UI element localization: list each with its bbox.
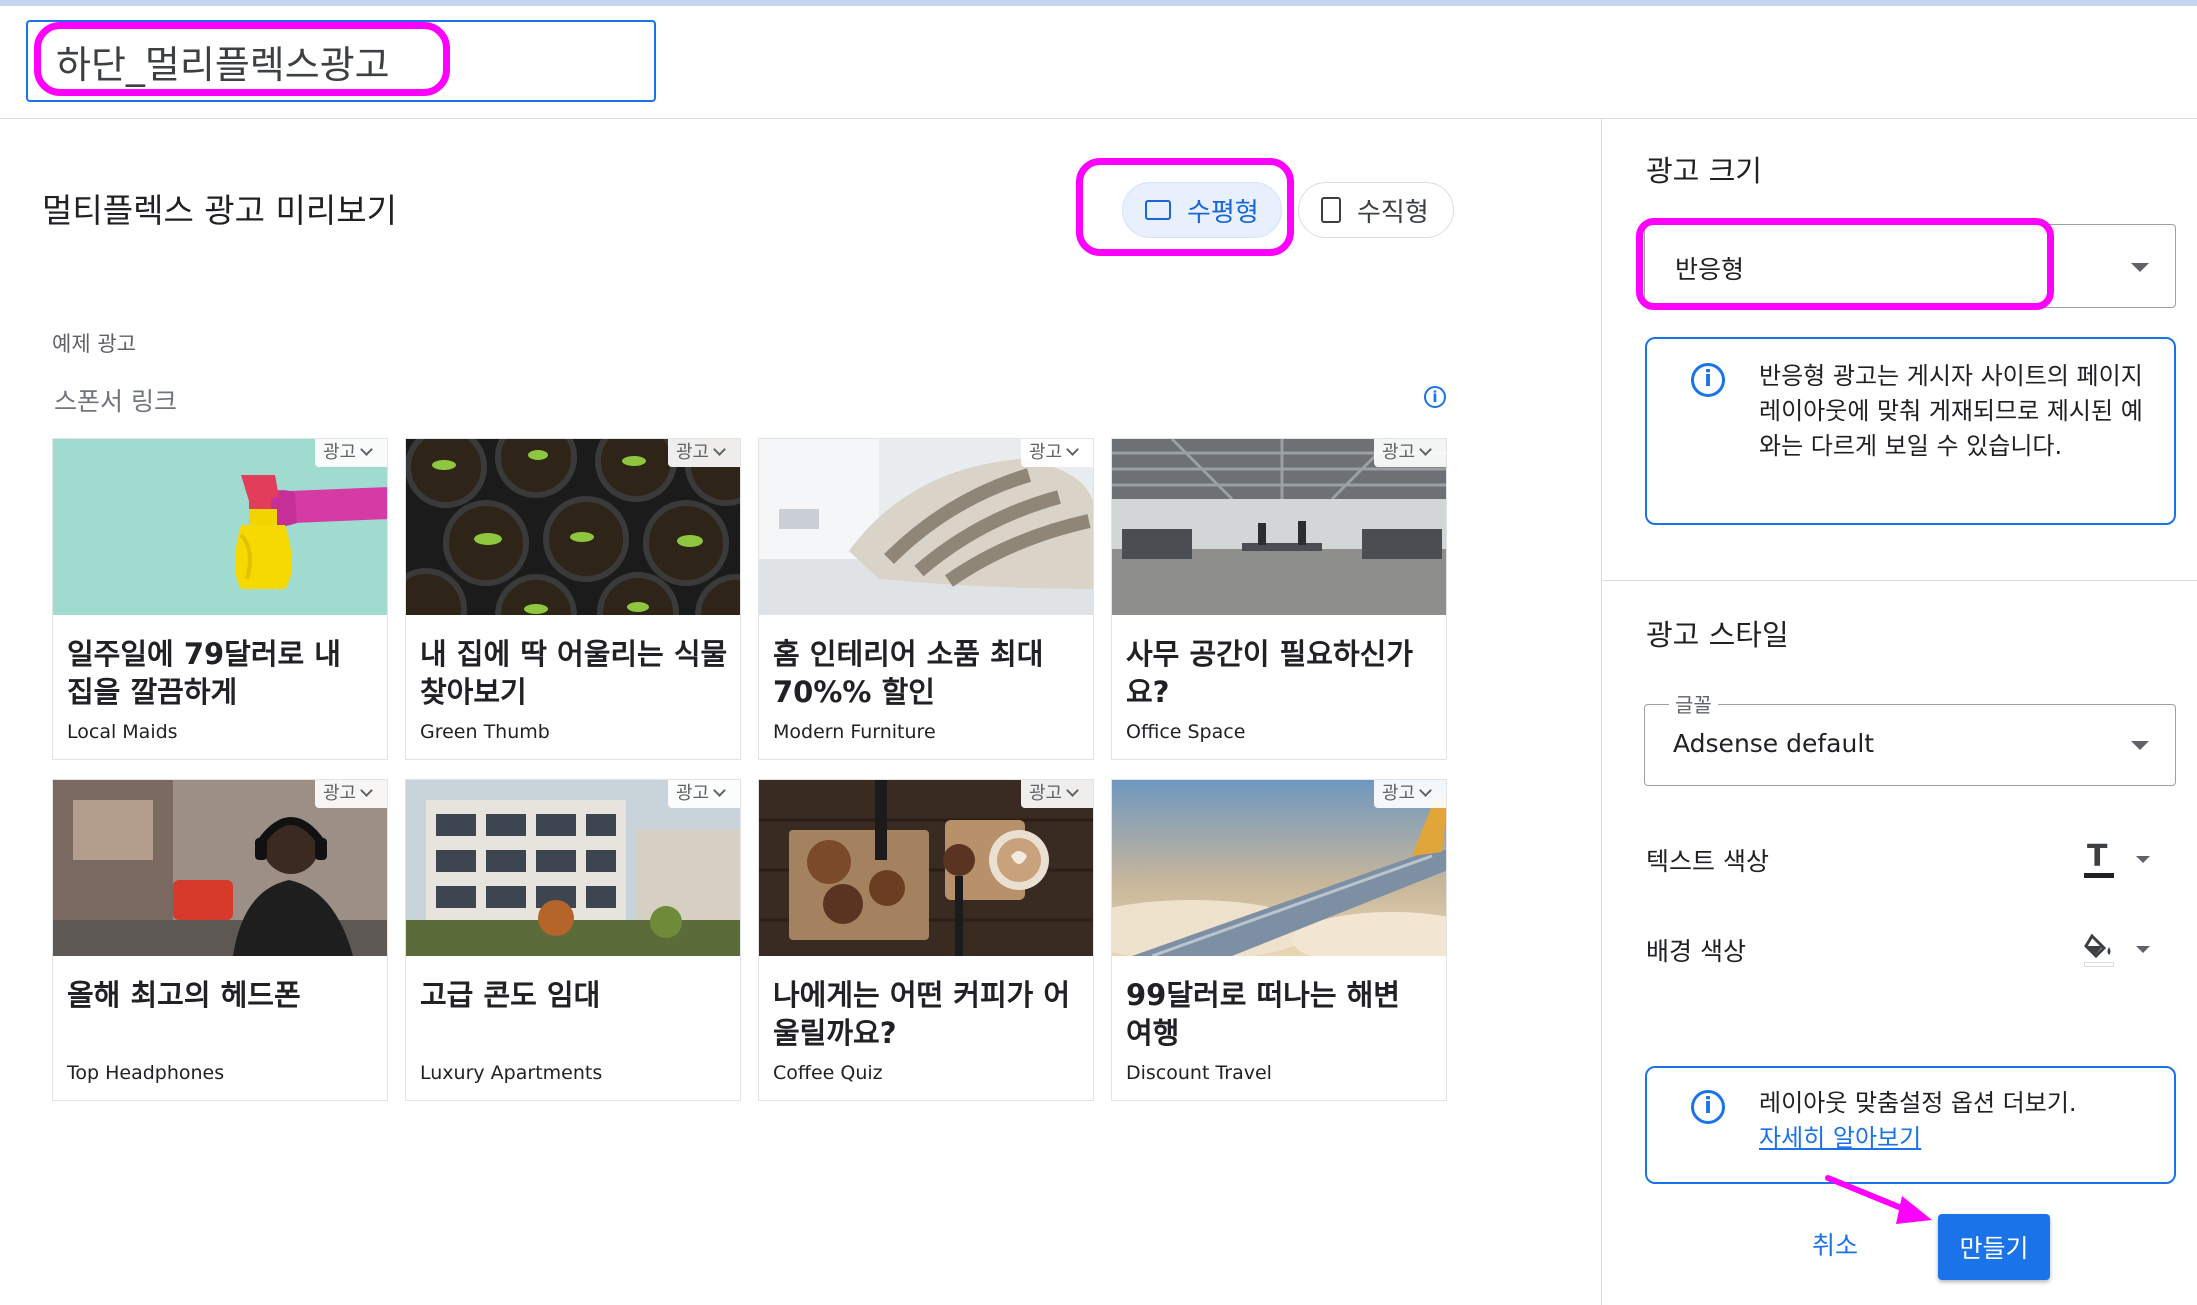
panel-divider xyxy=(1601,118,1602,1305)
info-icon: i xyxy=(1691,1090,1725,1124)
portrait-rectangle-icon xyxy=(1321,197,1341,223)
ad-card[interactable]: 광고 올해 최고의 헤드폰 Top Headphones xyxy=(52,779,388,1101)
font-select[interactable]: 글꼴 Adsense default xyxy=(1644,689,2176,786)
chevron-down-icon xyxy=(713,784,726,797)
ad-headline[interactable]: 사무 공간이 필요하신가요? xyxy=(1126,635,1436,711)
ad-size-title: 광고 크기 xyxy=(1646,154,1762,188)
chevron-down-icon xyxy=(1066,784,1079,797)
text-color-dropdown-icon[interactable] xyxy=(2136,856,2150,863)
header-divider xyxy=(0,118,2197,119)
text-color-label: 텍스트 색상 xyxy=(1646,847,1769,876)
chevron-down-icon xyxy=(1066,443,1079,456)
ad-advertiser: Discount Travel xyxy=(1126,1062,1272,1084)
ad-card[interactable]: 광고 일주일에 79달러로 내 집을 깔끔하게 Local Maids xyxy=(52,438,388,760)
layout-info-box: i 레이아웃 맞춤설정 옵션 더보기. 자세히 알아보기 xyxy=(1645,1066,2176,1184)
ad-advertiser: Coffee Quiz xyxy=(773,1062,883,1084)
background-color-dropdown-icon[interactable] xyxy=(2136,946,2150,953)
ad-card[interactable]: 광고 나에게는 어떤 커피가 어울릴까요? Coffee Quiz xyxy=(758,779,1094,1101)
ad-badge[interactable]: 광고 xyxy=(1021,439,1093,467)
ad-headline[interactable]: 99달러로 떠나는 해변 여행 xyxy=(1126,976,1436,1052)
section-divider xyxy=(1601,580,2197,581)
ad-badge[interactable]: 광고 xyxy=(315,780,387,808)
ad-advertiser: Top Headphones xyxy=(67,1062,225,1084)
ad-badge[interactable]: 광고 xyxy=(1374,780,1446,808)
orientation-vertical-label: 수직형 xyxy=(1357,197,1429,228)
chevron-down-icon xyxy=(360,784,373,797)
top-border xyxy=(0,0,2197,6)
ad-card[interactable]: 광고 홈 인테리어 소품 최대 70%% 할인 Modern Furniture xyxy=(758,438,1094,760)
info-icon: i xyxy=(1691,363,1725,397)
ad-badge[interactable]: 광고 xyxy=(1374,439,1446,467)
highlight-annotation-orientation xyxy=(1076,158,1294,256)
ad-advertiser: Local Maids xyxy=(67,721,178,743)
ad-headline[interactable]: 내 집에 딱 어울리는 식물 찾아보기 xyxy=(420,635,730,711)
chevron-down-icon xyxy=(713,443,726,456)
ad-headline[interactable]: 일주일에 79달러로 내 집을 깔끔하게 xyxy=(67,635,377,711)
create-button[interactable]: 만들기 xyxy=(1938,1214,2050,1280)
ad-advertiser: Office Space xyxy=(1126,721,1246,743)
example-ads-label: 예제 광고 xyxy=(52,332,136,356)
learn-more-link[interactable]: 자세히 알아보기 xyxy=(1759,1124,1921,1152)
info-icon[interactable]: i xyxy=(1424,386,1446,408)
chevron-down-icon xyxy=(1419,784,1432,797)
ad-card[interactable]: 광고 99달러로 떠나는 해변 여행 Discount Travel xyxy=(1111,779,1447,1101)
font-legend: 글꼴 xyxy=(1669,689,1718,718)
responsive-info-text: 반응형 광고는 게시자 사이트의 페이지 레이아웃에 맞춰 게재되므로 제시된 … xyxy=(1759,362,2143,460)
highlight-annotation-size xyxy=(1636,218,2054,310)
ad-style-title: 광고 스타일 xyxy=(1646,618,1789,652)
dropdown-arrow-icon xyxy=(2131,263,2149,272)
layout-info-text: 레이아웃 맞춤설정 옵션 더보기. xyxy=(1759,1089,2077,1117)
responsive-info-box: i 반응형 광고는 게시자 사이트의 페이지 레이아웃에 맞춰 게재되므로 제시… xyxy=(1645,337,2176,525)
ad-card[interactable]: 광고 고급 콘도 임대 Luxury Apartments xyxy=(405,779,741,1101)
chevron-down-icon xyxy=(1419,443,1432,456)
dropdown-arrow-icon xyxy=(2131,741,2149,750)
ad-headline[interactable]: 홈 인테리어 소품 최대 70%% 할인 xyxy=(773,635,1083,711)
ad-advertiser: Modern Furniture xyxy=(773,721,936,743)
preview-title: 멀티플렉스 광고 미리보기 xyxy=(42,191,397,230)
text-color-icon[interactable]: T xyxy=(2084,839,2114,879)
arrow-annotation-icon xyxy=(1825,1175,1932,1224)
ad-badge[interactable]: 광고 xyxy=(668,780,740,808)
paint-bucket-icon[interactable] xyxy=(2084,932,2114,968)
highlight-annotation-name xyxy=(34,22,450,96)
sponsored-links-label: 스폰서 링크 xyxy=(54,387,177,416)
cancel-button[interactable]: 취소 xyxy=(1812,1226,1858,1262)
chevron-down-icon xyxy=(360,443,373,456)
ad-card[interactable]: 광고 내 집에 딱 어울리는 식물 찾아보기 Green Thumb xyxy=(405,438,741,760)
ad-headline[interactable]: 올해 최고의 헤드폰 xyxy=(67,976,377,1014)
ad-badge[interactable]: 광고 xyxy=(668,439,740,467)
ad-card[interactable]: 광고 사무 공간이 필요하신가요? Office Space xyxy=(1111,438,1447,760)
ad-badge[interactable]: 광고 xyxy=(1021,780,1093,808)
background-color-label: 배경 색상 xyxy=(1646,937,1746,966)
layout-info-text-wrap: 레이아웃 맞춤설정 옵션 더보기. 자세히 알아보기 xyxy=(1759,1086,2159,1156)
orientation-vertical-button[interactable]: 수직형 xyxy=(1298,182,1454,238)
ad-badge[interactable]: 광고 xyxy=(315,439,387,467)
ad-advertiser: Green Thumb xyxy=(420,721,550,743)
font-value: Adsense default xyxy=(1673,729,1875,758)
ad-advertiser: Luxury Apartments xyxy=(420,1062,603,1084)
ad-headline[interactable]: 나에게는 어떤 커피가 어울릴까요? xyxy=(773,976,1083,1052)
ad-headline[interactable]: 고급 콘도 임대 xyxy=(420,976,730,1014)
